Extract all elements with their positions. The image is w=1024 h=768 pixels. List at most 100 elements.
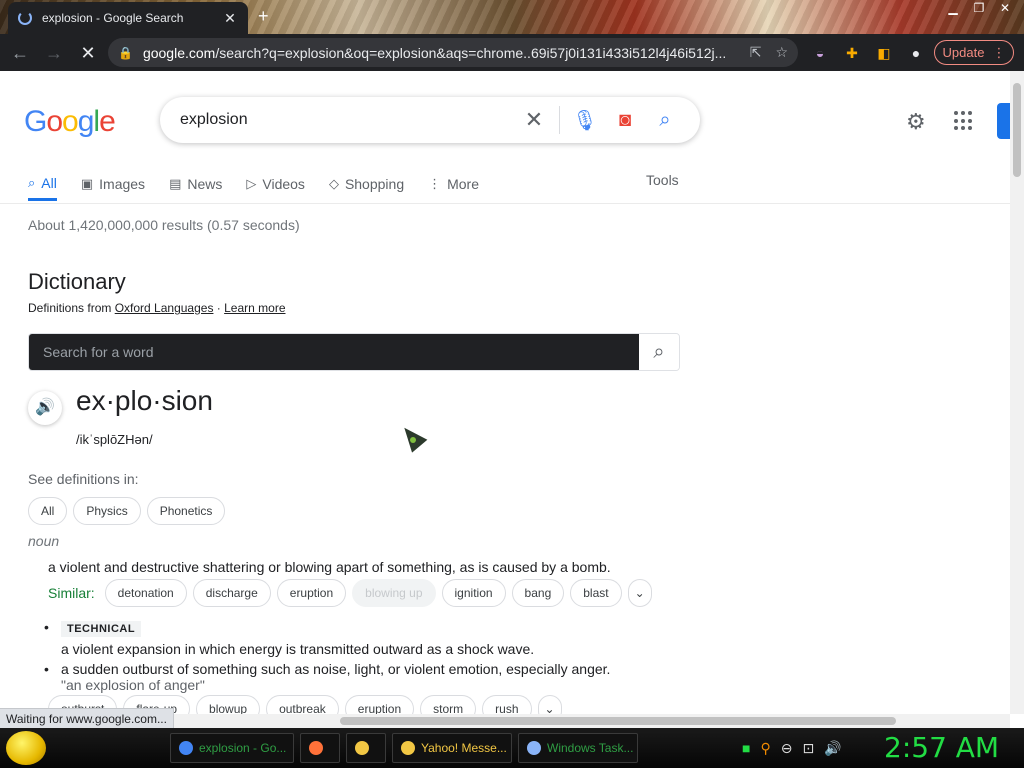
update-button[interactable]: Update ⋮ — [934, 40, 1014, 65]
taskbar-item[interactable]: Yahoo! Messe... — [392, 733, 512, 763]
browser-tab[interactable]: explosion - Google Search ✕ — [8, 2, 248, 34]
tab-videos[interactable]: ▷ Videos — [246, 167, 305, 201]
tab-label: News — [187, 176, 223, 192]
logo-letter: o — [46, 105, 63, 138]
window-controls: ▁ ❐ ✕ — [940, 0, 1018, 16]
google-apps-icon[interactable] — [954, 111, 974, 131]
lock-icon[interactable]: 🔒 — [118, 46, 133, 60]
new-tab-button[interactable]: + — [258, 6, 269, 27]
similar-word-chip[interactable]: eruption — [276, 579, 347, 607]
tab-label: All — [41, 174, 57, 191]
search-icon[interactable]: ⌕ — [650, 109, 680, 132]
volume-icon[interactable]: 🔊 — [824, 740, 841, 757]
definition-chip[interactable]: All — [28, 497, 68, 525]
definition-chip[interactable]: Physics — [73, 497, 141, 525]
sub-definition: TECHNICAL a violent expansion in which e… — [44, 619, 610, 657]
similar-word-chip[interactable]: blowup — [196, 695, 261, 714]
minus-circle-icon[interactable]: ⊖ — [781, 740, 793, 757]
clear-icon[interactable]: ✕ — [519, 107, 549, 133]
expand-chevron-icon[interactable]: ⌄ — [627, 579, 652, 607]
start-button-smiley-icon[interactable] — [6, 731, 46, 765]
similar-word-chip[interactable]: blowing up — [352, 579, 436, 607]
headword: ex·plo·sion — [76, 385, 213, 416]
logo-letter: g — [77, 105, 95, 138]
definition-chip[interactable]: Phonetics — [146, 497, 226, 525]
sign-in-button[interactable] — [997, 103, 1010, 139]
extensions-puzzle-icon[interactable]: ✚ — [842, 43, 862, 63]
tools-button[interactable]: Tools — [646, 172, 679, 188]
close-window-icon[interactable]: ✕ — [992, 0, 1018, 16]
camera-lens-icon[interactable]: ◙ — [610, 109, 640, 132]
expand-chevron-icon[interactable]: ⌄ — [537, 695, 562, 714]
side-panel-icon[interactable]: ◧ — [874, 43, 894, 63]
similar-word-chip[interactable]: detonation — [104, 579, 187, 607]
profile-avatar-icon[interactable]: ● — [906, 43, 926, 63]
word-search-input[interactable]: Search for a word — [29, 334, 639, 370]
green-square-icon[interactable]: ■ — [742, 740, 750, 756]
browser-toolbar: ← → ✕ 🔒 google.com/search?q=explosion&oq… — [0, 34, 1024, 71]
similar-word-chip[interactable]: storm — [420, 695, 477, 714]
back-arrow-icon[interactable]: ← — [6, 39, 34, 67]
taskbar-item[interactable]: Windows Task... — [518, 733, 638, 763]
tab-label: Images — [99, 176, 146, 192]
taskbar-item-label: Windows Task... — [547, 741, 634, 755]
more-vert-icon: ⋮ — [428, 176, 442, 191]
similar-word-chip[interactable]: eruption — [344, 695, 415, 714]
restore-icon[interactable]: ❐ — [966, 0, 992, 16]
video-icon: ▷ — [246, 176, 257, 191]
cursor-indicator — [410, 437, 416, 443]
oxford-languages-link[interactable]: Oxford Languages — [115, 301, 214, 315]
bookmark-star-icon[interactable]: ☆ — [775, 44, 788, 61]
dictionary-source: Definitions from Oxford Languages · Lear… — [28, 301, 286, 315]
taskbar-item[interactable]: explosion - Go... — [170, 733, 294, 763]
phonetic: /ikˈsplōZHən/ — [76, 432, 153, 447]
share-icon[interactable]: ⇱ — [750, 44, 762, 61]
taskbar-item[interactable] — [300, 733, 340, 763]
word-search-icon[interactable]: ⌕ — [639, 334, 679, 370]
usage-example: "an explosion of anger" — [61, 677, 205, 693]
app-icon — [355, 741, 369, 755]
taskbar: explosion - Go... Yahoo! Messe... Windows … — [0, 728, 1024, 768]
dictionary-title: Dictionary — [28, 269, 126, 294]
result-stats: About 1,420,000,000 results (0.57 second… — [28, 217, 300, 233]
search-tray-icon[interactable]: ⚲ — [760, 740, 770, 757]
minimize-icon[interactable]: ▁ — [940, 0, 966, 16]
sub-definitions: TECHNICAL a violent expansion in which e… — [44, 619, 610, 693]
logo-letter: e — [99, 105, 116, 138]
address-bar[interactable]: 🔒 google.com/search?q=explosion&oq=explo… — [108, 38, 798, 67]
app-icon — [401, 741, 415, 755]
forward-arrow-icon[interactable]: → — [40, 39, 68, 67]
search-tabs: ⌕ All ▣ Images ▤ News ▷ Videos ◇ Shopping ⋮ More — [28, 167, 503, 201]
similar-word-chip[interactable]: blast — [570, 579, 622, 607]
pronunciation-speaker-icon[interactable]: 🔊 — [28, 391, 62, 425]
similar-word-chip[interactable]: rush — [482, 695, 532, 714]
tab-all[interactable]: ⌕ All — [28, 167, 57, 201]
google-logo[interactable]: Google — [24, 105, 116, 139]
search-input[interactable]: explosion — [180, 111, 509, 129]
tab-label: More — [447, 176, 480, 192]
network-icon[interactable]: ⊡ — [802, 740, 814, 757]
similar-word-chip[interactable]: ignition — [441, 579, 506, 607]
tab-more[interactable]: ⋮ More — [428, 167, 479, 201]
similar-word-chip[interactable]: outbreak — [266, 695, 339, 714]
similar-word-chip[interactable]: discharge — [192, 579, 271, 607]
logo-letter: o — [62, 105, 79, 138]
tab-news[interactable]: ▤ News — [169, 167, 222, 201]
stop-loading-icon[interactable]: ✕ — [74, 39, 102, 67]
tab-shopping[interactable]: ◇ Shopping — [329, 167, 404, 201]
profile-extension-icon[interactable]: ◒ — [810, 43, 830, 63]
search-divider — [559, 106, 560, 134]
taskbar-item-label: explosion - Go... — [199, 741, 287, 755]
taskbar-item[interactable] — [346, 733, 386, 763]
tab-images[interactable]: ▣ Images — [81, 167, 145, 201]
similar-word-chip[interactable]: bang — [511, 579, 565, 607]
learn-more-link[interactable]: Learn more — [224, 301, 285, 315]
close-tab-icon[interactable]: ✕ — [222, 10, 238, 27]
dictionary-search: Search for a word ⌕ — [28, 333, 680, 371]
vertical-scrollbar[interactable] — [1010, 71, 1024, 714]
microphone-icon[interactable]: 🎙 — [570, 108, 600, 133]
url-text[interactable]: google.com/search?q=explosion&oq=explosi… — [143, 45, 750, 61]
search-box[interactable]: explosion ✕ 🎙 ◙ ⌕ — [160, 97, 700, 143]
settings-gear-icon[interactable]: ⚙ — [906, 109, 926, 135]
app-icon — [179, 741, 193, 755]
